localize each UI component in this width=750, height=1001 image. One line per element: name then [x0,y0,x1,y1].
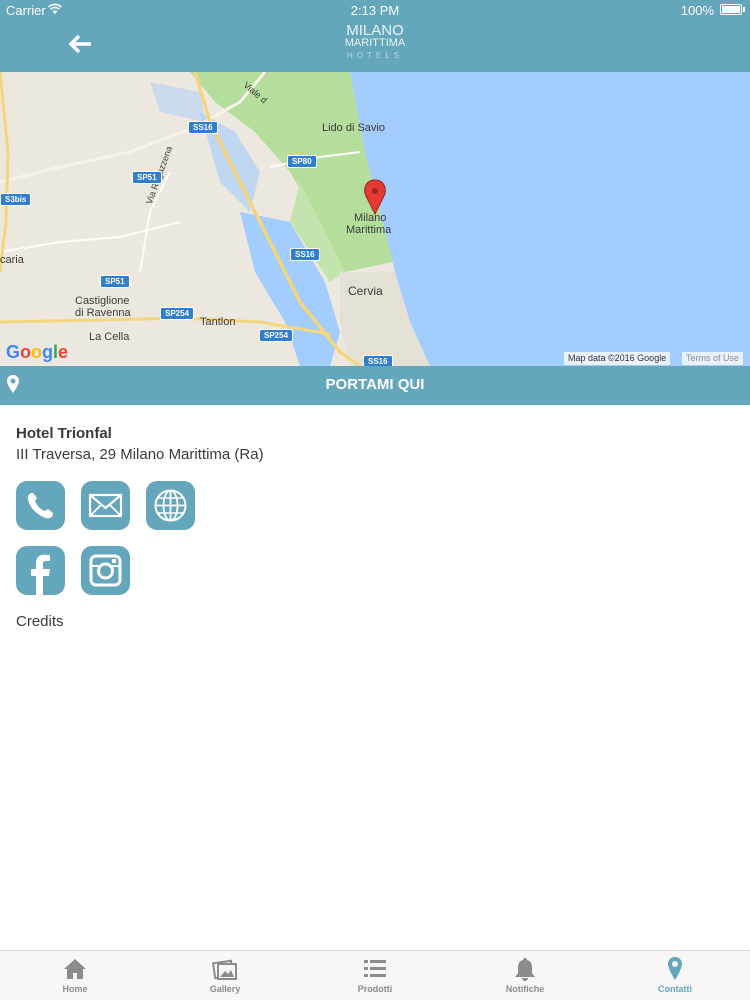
map-view[interactable]: Lido di Savio Milano Marittima Cervia Ca… [0,72,750,366]
road-shield: SP254 [160,307,195,320]
tab-bar: Home Gallery Prodotti Notifiche Contatti [0,950,750,1000]
tab-prodotti[interactable]: Prodotti [300,951,450,1001]
list-icon [364,960,386,977]
road-shield: SP80 [287,155,317,168]
tab-gallery[interactable]: Gallery [150,951,300,1001]
tab-contatti[interactable]: Contatti [600,951,750,1001]
road-shield: SS16 [290,248,320,261]
map-label: Milano [354,212,387,224]
map-label: Castiglione [75,295,130,307]
logo-line2: MARITTIMA [344,37,406,49]
tab-label: Prodotti [357,984,393,994]
home-icon [64,959,86,979]
logo-line3: HOTELS [346,51,403,60]
globe-icon [154,489,187,522]
gallery-icon [212,959,237,980]
email-button[interactable] [81,481,130,530]
map-label: di Ravenna [75,307,131,319]
map-terms-link[interactable]: Terms of Use [682,352,744,365]
directions-label: PORTAMI QUI [325,376,425,393]
battery-tip [743,7,745,12]
bell-icon [515,958,535,981]
tab-label: Notifiche [505,984,545,994]
road-shield: SS16 [363,355,393,366]
map-label: Tantlon [200,316,236,328]
tab-home[interactable]: Home [0,951,150,1001]
map-label: Cervia [348,284,383,298]
road-shield: SP254 [259,329,294,342]
mail-icon [88,493,123,518]
top-bar: Carrier 2:13 PM 100% MILANO MARITTIMA HO… [0,0,750,72]
road-shield: SP51 [132,171,162,184]
road-shield: S3bis [0,193,32,206]
status-bar: Carrier 2:13 PM 100% [0,0,750,22]
logo-line1: MILANO [346,22,404,39]
location-pin-icon [668,957,682,980]
google-logo: Google [6,342,69,362]
map-label: La Cella [89,331,130,343]
tab-label: Contatti [658,984,692,994]
instagram-button[interactable] [81,546,130,595]
battery-icon [720,4,742,15]
phone-icon [27,493,53,519]
phone-button[interactable] [16,481,65,530]
instagram-icon [89,554,122,587]
tab-notifiche[interactable]: Notifiche [450,951,600,1001]
directions-button[interactable]: PORTAMI QUI [0,366,750,405]
app-logo: MILANO MARITTIMA HOTELS [320,22,430,64]
hotel-name: Hotel Trionfal [16,425,112,442]
credits-link[interactable]: Credits [16,613,64,630]
map-label: Marittima [346,224,392,236]
battery-percent: 100% [680,3,714,18]
map-label: Lido di Savio [322,122,385,134]
map-label: caria [0,254,24,266]
tab-label: Gallery [209,984,241,994]
status-time: 2:13 PM [350,3,400,18]
facebook-icon [31,554,50,595]
facebook-button[interactable] [16,546,65,595]
road-shield: SS16 [188,121,218,134]
map-attribution: Map data ©2016 Google [564,352,671,365]
website-button[interactable] [146,481,195,530]
hotel-address: III Traversa, 29 Milano Marittima (Ra) [16,446,264,463]
back-arrow-icon[interactable] [68,33,94,55]
road-shield: SP51 [100,275,130,288]
tab-label: Home [62,984,88,994]
